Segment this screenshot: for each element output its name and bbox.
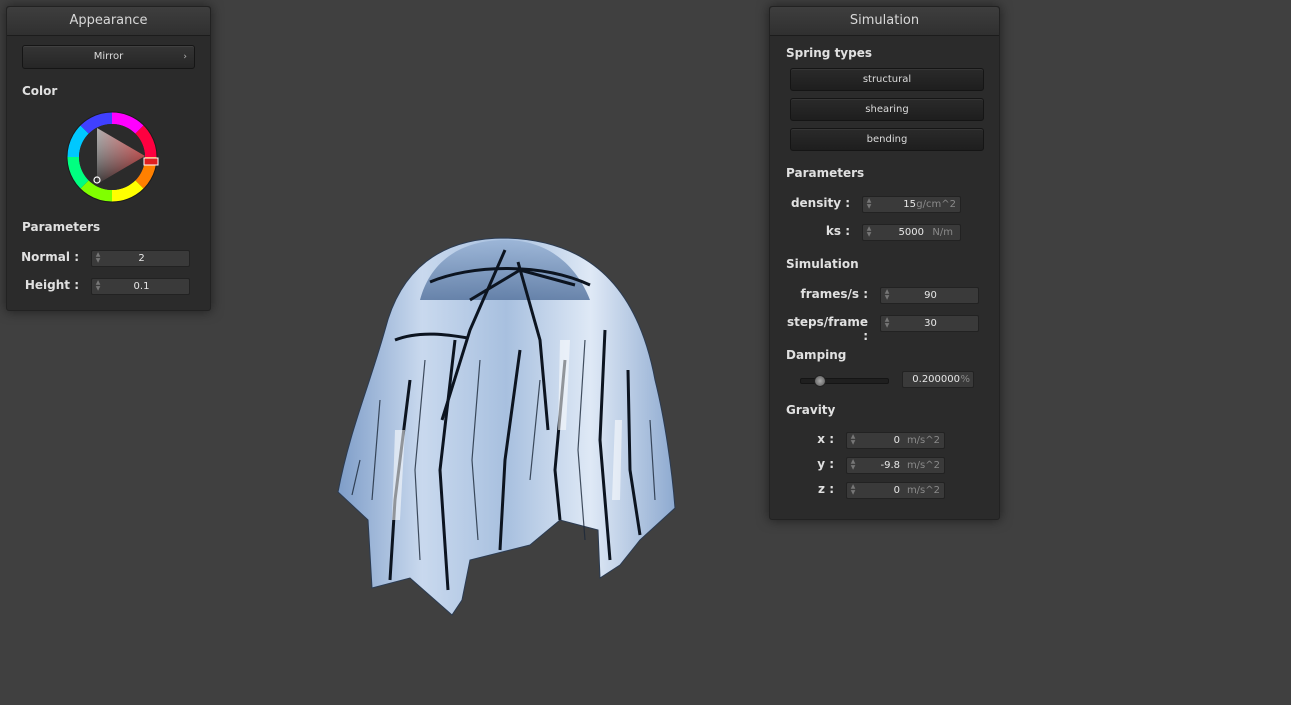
ks-unit: N/m <box>932 227 953 238</box>
gravity-label: Gravity <box>786 403 836 417</box>
shader-select-button[interactable]: Mirror › <box>22 45 195 69</box>
steps-label: steps/frame : <box>786 315 868 343</box>
steps-value: 30 <box>924 318 937 329</box>
appearance-title: Appearance <box>7 7 210 36</box>
structural-toggle[interactable]: structural <box>790 68 984 91</box>
cloth-mesh <box>337 237 676 616</box>
spinner-icon[interactable]: ▲ ▼ <box>850 484 856 497</box>
density-unit: g/cm^2 <box>916 199 956 210</box>
ks-value: 5000 <box>898 227 924 238</box>
gravity-x-label: x : <box>817 432 834 446</box>
appearance-params-label: Parameters <box>22 220 101 234</box>
spinner-icon[interactable]: ▲ ▼ <box>850 434 856 447</box>
height-field[interactable]: ▲ ▼ 0.1 <box>91 278 190 295</box>
shader-select-label: Mirror <box>93 51 124 62</box>
fps-label: frames/s : <box>800 287 868 301</box>
height-label: Height : <box>24 278 79 292</box>
gravity-y-unit: m/s^2 <box>906 460 940 471</box>
height-value: 0.1 <box>133 281 150 292</box>
density-label: density : <box>790 196 850 210</box>
gravity-x-field[interactable]: ▲ ▼ 0 m/s^2 <box>846 432 945 449</box>
gravity-y-value: -9.8 <box>880 460 900 471</box>
gravity-y-label: y : <box>817 457 834 471</box>
structural-label: structural <box>862 74 912 85</box>
sim-section-label: Simulation <box>786 257 859 271</box>
damping-label: Damping <box>786 348 847 362</box>
gravity-z-unit: m/s^2 <box>906 485 940 496</box>
spinner-icon[interactable]: ▲ ▼ <box>866 226 872 239</box>
damping-value: 0.200000 <box>912 374 960 385</box>
gravity-z-label: z : <box>818 482 834 496</box>
ks-label: ks : <box>825 224 850 238</box>
shearing-label: shearing <box>865 104 909 115</box>
color-section-label: Color <box>22 84 58 98</box>
gravity-x-value: 0 <box>893 435 900 446</box>
fps-value: 90 <box>924 290 937 301</box>
spinner-icon[interactable]: ▲ ▼ <box>850 459 856 472</box>
density-field[interactable]: ▲ ▼ 15 g/cm^2 <box>862 196 961 213</box>
chevron-right-icon: › <box>183 52 187 62</box>
appearance-panel: Appearance Mirror › Color Parameters Nor… <box>6 6 211 311</box>
gravity-z-field[interactable]: ▲ ▼ 0 m/s^2 <box>846 482 945 499</box>
steps-field[interactable]: ▲ ▼ 30 <box>880 315 979 332</box>
damping-unit: % <box>960 374 970 385</box>
simulation-panel: Simulation Spring types structural shear… <box>769 6 1000 520</box>
gravity-y-field[interactable]: ▲ ▼ -9.8 m/s^2 <box>846 457 945 474</box>
normal-field[interactable]: ▲ ▼ 2 <box>91 250 190 267</box>
damping-slider[interactable] <box>800 375 889 387</box>
normal-label: Normal : <box>21 250 79 264</box>
bending-toggle[interactable]: bending <box>790 128 984 151</box>
spinner-icon[interactable]: ▲ ▼ <box>866 198 872 211</box>
damping-field[interactable]: 0.200000 % <box>902 371 974 388</box>
damping-slider-handle[interactable] <box>814 375 826 387</box>
normal-value: 2 <box>138 253 145 264</box>
density-value: 15 <box>903 199 916 210</box>
spring-types-label: Spring types <box>786 46 873 60</box>
sim-params-label: Parameters <box>786 166 865 180</box>
simulation-title: Simulation <box>770 7 999 36</box>
gravity-x-unit: m/s^2 <box>906 435 940 446</box>
fps-field[interactable]: ▲ ▼ 90 <box>880 287 979 304</box>
shearing-toggle[interactable]: shearing <box>790 98 984 121</box>
bending-label: bending <box>866 134 908 145</box>
color-wheel[interactable] <box>65 110 159 204</box>
ks-field[interactable]: ▲ ▼ 5000 N/m <box>862 224 961 241</box>
gravity-z-value: 0 <box>893 485 900 496</box>
